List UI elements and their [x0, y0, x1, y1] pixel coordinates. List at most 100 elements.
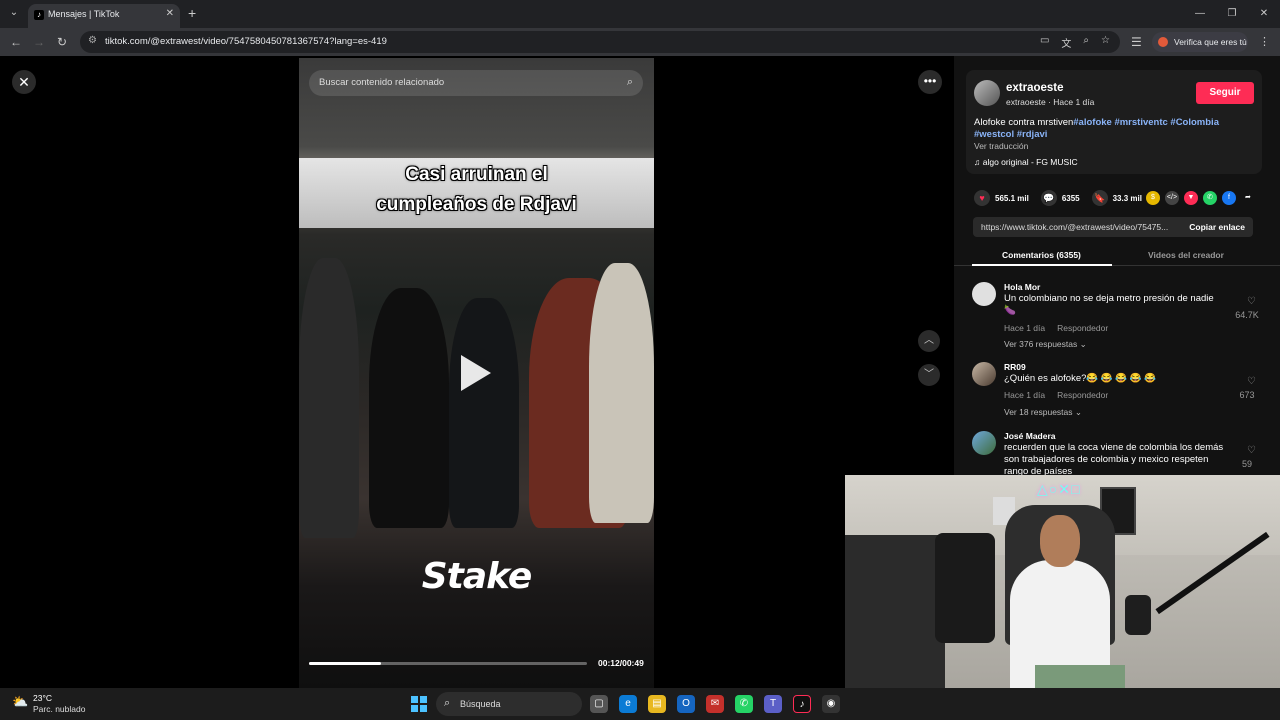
weather-temp[interactable]: 23°C — [33, 693, 52, 703]
close-video-icon[interactable]: ✕ — [12, 70, 36, 94]
video-player[interactable]: Buscar contenido relacionado ⌕ Casi arru… — [299, 58, 654, 688]
comment-like-icon[interactable]: ♡ — [1247, 445, 1256, 456]
author-name[interactable]: extraoeste — [1006, 82, 1064, 94]
embed-icon[interactable]: </> — [1164, 191, 1179, 205]
caption-line: cumpleaños de Rdjavi — [376, 194, 577, 215]
commenter-name[interactable]: RR09 — [1004, 362, 1026, 372]
zoom-icon[interactable]: ⌕ — [1083, 35, 1089, 50]
start-menu-icon[interactable] — [411, 696, 427, 712]
forward-arrow-icon[interactable]: → — [33, 35, 45, 49]
chair-shape — [845, 535, 945, 688]
copy-link-button[interactable]: Copiar enlace — [1189, 222, 1245, 232]
comment-like-icon[interactable]: ♡ — [1247, 376, 1256, 387]
reply-button[interactable]: Respondedor — [1057, 323, 1108, 333]
task-view-icon[interactable]: ▢ — [590, 695, 608, 713]
tiktok-app-icon[interactable]: ♪ — [793, 695, 811, 713]
reload-icon[interactable]: ↻ — [57, 35, 67, 49]
comment-icon[interactable]: 💬 — [1040, 190, 1057, 206]
engagement-bar: ♥ 565.1 mil 💬 6355 🔖 33.3 mil $ </> ▼ ✆ … — [974, 189, 1260, 207]
comment-text: ¿Quién es alofoke?😂 😂 😂 😂 😂 — [1004, 373, 1157, 384]
person-head-shape — [1040, 515, 1080, 567]
share-arrow-icon[interactable]: ➦ — [1241, 191, 1255, 205]
follow-button[interactable]: Seguir — [1196, 82, 1254, 104]
hashtags-link[interactable]: #westcol #rdjavi — [974, 129, 1047, 140]
restore-icon[interactable]: ❐ — [1216, 0, 1248, 28]
play-icon[interactable] — [461, 355, 491, 391]
comment-like-count: 673 — [1239, 390, 1255, 400]
commenter-avatar[interactable] — [972, 362, 996, 386]
comment-meta: Hace 1 día Respondedor — [1004, 323, 1120, 333]
verify-identity-button[interactable]: Verifica que eres tú — [1152, 32, 1248, 52]
video-caption: Casi arruinan el cumpleaños de Rdjavi — [299, 160, 654, 220]
weather-icon[interactable]: ⛅ — [12, 694, 30, 712]
comments-count: 6355 — [1061, 193, 1080, 203]
person-shorts-shape — [1035, 665, 1125, 688]
chrome-app-icon[interactable]: ◉ — [822, 695, 840, 713]
music-link[interactable]: ♫ algo original - FG MUSIC — [974, 157, 1078, 167]
back-arrow-icon[interactable]: ← — [10, 35, 22, 49]
browser-tab[interactable]: ♪ Mensajes | TikTok ✕ — [28, 4, 180, 28]
view-replies-link[interactable]: Ver 18 respuestas ⌄ — [1004, 407, 1082, 418]
view-replies-link[interactable]: Ver 376 respuestas ⌄ — [1004, 339, 1087, 350]
music-note-icon: ♫ — [974, 157, 983, 167]
chrome-menu-icon[interactable]: ⋮ — [1259, 35, 1270, 48]
description-text: Alofoke contra mrstiven — [974, 117, 1074, 128]
commenter-name[interactable]: José Madera — [1004, 431, 1056, 441]
install-app-icon[interactable]: ▭ — [1040, 35, 1049, 50]
url-text[interactable]: tiktok.com/@extrawest/video/754758045078… — [105, 36, 387, 47]
site-info-icon[interactable]: ⚙ — [88, 35, 97, 46]
commenter-name[interactable]: Hola Mor — [1004, 282, 1040, 292]
tab-creator-videos[interactable]: Videos del creador — [1148, 250, 1224, 260]
author-avatar[interactable] — [974, 80, 1000, 106]
bookmark-star-icon[interactable]: ☆ — [1101, 35, 1110, 50]
file-explorer-icon[interactable]: ▤ — [648, 695, 666, 713]
browser-toolbar: ← → ↻ ⚙ tiktok.com/@extrawest/video/7547… — [0, 28, 1280, 56]
commenter-avatar[interactable] — [972, 431, 996, 455]
translate-icon[interactable]: 文 — [1061, 35, 1071, 50]
stake-watermark: Stake — [421, 556, 533, 597]
reply-button[interactable]: Respondedor — [1057, 390, 1108, 400]
heart-icon[interactable]: ♥ — [974, 190, 990, 206]
omnibox-actions: ▭ 文 ⌕ ☆ — [1040, 35, 1110, 50]
address-bar[interactable]: ⚙ tiktok.com/@extrawest/video/7547580450… — [80, 31, 1120, 53]
related-search-input[interactable]: Buscar contenido relacionado ⌕ — [309, 70, 643, 96]
whatsapp-app-icon[interactable]: ✆ — [735, 695, 753, 713]
window-controls: — ❐ ✕ — [1184, 0, 1280, 28]
commenter-avatar[interactable] — [972, 282, 996, 306]
taskbar-search[interactable]: ⌕ Búsqueda — [436, 692, 582, 716]
bookmark-icon[interactable]: 🔖 — [1091, 190, 1108, 206]
previous-video-icon[interactable]: ︿ — [918, 330, 940, 352]
video-progress-bar[interactable] — [309, 662, 587, 665]
comment-tabs: Comentarios (6355) Videos del creador — [954, 244, 1280, 266]
mail-icon[interactable]: ✉ — [706, 695, 724, 713]
tiktok-favicon-icon: ♪ — [34, 10, 44, 20]
weather-desc[interactable]: Parc. nublado — [33, 704, 85, 714]
post-info-card: extraoeste extraoeste · Hace 1 día Segui… — [966, 70, 1262, 174]
share-link-url[interactable]: https://www.tiktok.com/@extrawest/video/… — [981, 222, 1181, 232]
tab-search-icon[interactable]: ⌄ — [6, 5, 22, 21]
coin-icon[interactable]: $ — [1145, 191, 1160, 205]
whatsapp-icon[interactable]: ✆ — [1202, 191, 1217, 205]
saves-count: 33.3 mil — [1112, 193, 1142, 203]
tab-comments[interactable]: Comentarios (6355) — [1002, 250, 1081, 260]
see-translation-link[interactable]: Ver traducción — [974, 141, 1028, 151]
reading-list-icon[interactable]: ☰ — [1131, 35, 1142, 49]
comment-like-count: 64.7K — [1235, 310, 1259, 320]
comment-time: Hace 1 día — [1004, 390, 1046, 400]
minimize-icon[interactable]: — — [1184, 0, 1216, 28]
edge-icon[interactable]: e — [619, 695, 637, 713]
new-tab-icon[interactable]: + — [188, 5, 196, 21]
tab-close-icon[interactable]: ✕ — [166, 8, 174, 19]
repost-icon[interactable]: ▼ — [1183, 191, 1198, 205]
share-link-box: https://www.tiktok.com/@extrawest/video/… — [973, 217, 1253, 237]
more-options-icon[interactable]: ••• — [918, 70, 942, 94]
hashtags-link[interactable]: #alofoke #mrstiventc #Colombia — [1073, 117, 1219, 128]
outlook-icon[interactable]: O — [677, 695, 695, 713]
next-video-icon[interactable]: ﹀ — [918, 364, 940, 386]
comment-like-icon[interactable]: ♡ — [1247, 296, 1256, 307]
facebook-icon[interactable]: f — [1221, 191, 1236, 205]
window-close-icon[interactable]: ✕ — [1248, 0, 1280, 28]
teams-icon[interactable]: T — [764, 695, 782, 713]
search-icon[interactable]: ⌕ — [627, 76, 633, 89]
profile-dot-icon — [1158, 37, 1168, 47]
